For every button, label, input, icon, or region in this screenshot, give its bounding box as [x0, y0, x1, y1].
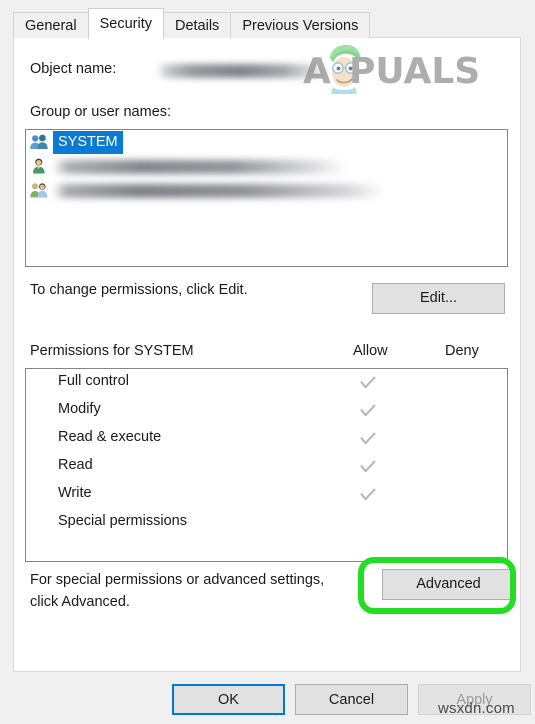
deny-checkbox[interactable]	[451, 374, 469, 392]
list-item-label-redacted	[53, 184, 385, 198]
allow-column-header: Allow	[353, 343, 388, 359]
allow-checkmark-icon[interactable]	[359, 430, 377, 448]
tab-security[interactable]: Security	[87, 8, 164, 39]
edit-button[interactable]: Edit...	[372, 283, 505, 314]
table-row[interactable]: Read	[26, 453, 507, 481]
allow-checkmark-icon[interactable]	[359, 486, 377, 504]
list-item[interactable]	[26, 154, 507, 178]
table-row[interactable]: Special permissions	[26, 509, 507, 537]
allow-checkmark-icon[interactable]	[359, 374, 377, 392]
table-row[interactable]: Write	[26, 481, 507, 509]
tab-general[interactable]: General	[13, 12, 89, 38]
table-row[interactable]: Full control	[26, 369, 507, 397]
deny-checkbox[interactable]	[451, 402, 469, 420]
wsxdn-site-watermark: wsxdn.com	[438, 700, 515, 717]
security-tab-panel: Object name: Group or user names: SYSTEM	[13, 37, 521, 672]
tab-strip: General Security Details Previous Versio…	[13, 8, 371, 39]
permission-label: Special permissions	[58, 513, 187, 529]
tab-details[interactable]: Details	[162, 12, 232, 38]
advanced-hint-line-2: click Advanced.	[30, 594, 130, 610]
tab-previous-versions[interactable]: Previous Versions	[230, 12, 371, 38]
deny-column-header: Deny	[445, 343, 479, 359]
deny-checkbox[interactable]	[451, 458, 469, 476]
allow-checkbox[interactable]	[359, 514, 377, 532]
single-user-icon	[29, 156, 49, 176]
ok-button[interactable]: OK	[172, 684, 285, 715]
object-name-label: Object name:	[30, 61, 117, 77]
edit-hint-text: To change permissions, click Edit.	[30, 282, 248, 298]
deny-checkbox[interactable]	[451, 514, 469, 532]
permission-label: Modify	[58, 401, 101, 417]
group-or-user-names-list[interactable]: SYSTEM	[25, 129, 508, 267]
group-or-user-names-label: Group or user names:	[30, 104, 172, 120]
list-item[interactable]	[26, 178, 507, 202]
deny-checkbox[interactable]	[451, 430, 469, 448]
deny-checkbox[interactable]	[451, 486, 469, 504]
advanced-button[interactable]: Advanced	[382, 569, 515, 600]
group-users-icon	[29, 180, 49, 200]
permissions-title: Permissions for SYSTEM	[30, 343, 194, 359]
allow-checkmark-icon[interactable]	[359, 458, 377, 476]
permissions-list[interactable]: Full control Modify Read & execute Read …	[25, 368, 508, 562]
allow-checkmark-icon[interactable]	[359, 402, 377, 420]
group-users-icon	[29, 132, 49, 152]
permission-label: Read & execute	[58, 429, 162, 445]
list-item-label: SYSTEM	[53, 130, 123, 154]
table-row[interactable]: Read & execute	[26, 425, 507, 453]
file-properties-dialog: General Security Details Previous Versio…	[0, 0, 535, 724]
advanced-hint-line-1: For special permissions or advanced sett…	[30, 572, 325, 588]
table-row[interactable]: Modify	[26, 397, 507, 425]
list-item[interactable]: SYSTEM	[26, 130, 507, 154]
permission-label: Read	[58, 457, 93, 473]
object-name-value-redacted	[157, 64, 332, 78]
permission-label: Full control	[58, 373, 129, 389]
list-item-label-redacted	[53, 160, 345, 174]
permission-label: Write	[58, 485, 92, 501]
cancel-button[interactable]: Cancel	[295, 684, 408, 715]
